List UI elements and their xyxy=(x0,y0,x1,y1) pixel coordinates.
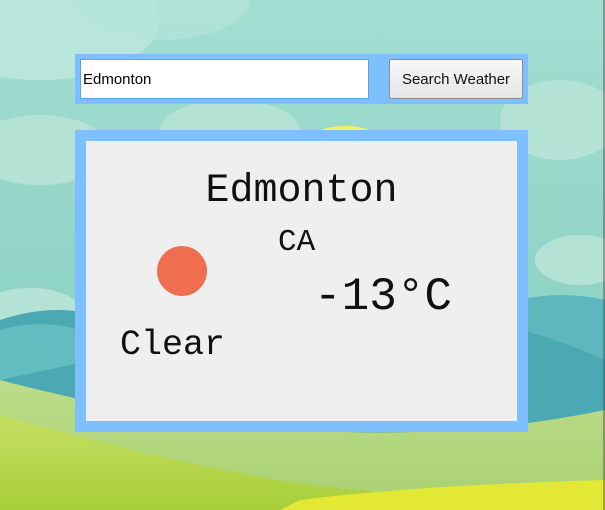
sun-icon xyxy=(157,246,207,296)
search-weather-button[interactable]: Search Weather xyxy=(389,59,523,99)
weather-condition: Clear xyxy=(120,325,226,365)
weather-card-frame: Edmonton CA -13°C Clear xyxy=(75,130,528,432)
weather-card: Edmonton CA -13°C Clear xyxy=(86,141,517,421)
city-search-input[interactable] xyxy=(80,59,369,99)
temperature: -13°C xyxy=(314,271,453,323)
country-code: CA xyxy=(278,225,316,260)
search-bar: Search Weather xyxy=(75,54,528,104)
city-name: Edmonton xyxy=(205,169,398,214)
